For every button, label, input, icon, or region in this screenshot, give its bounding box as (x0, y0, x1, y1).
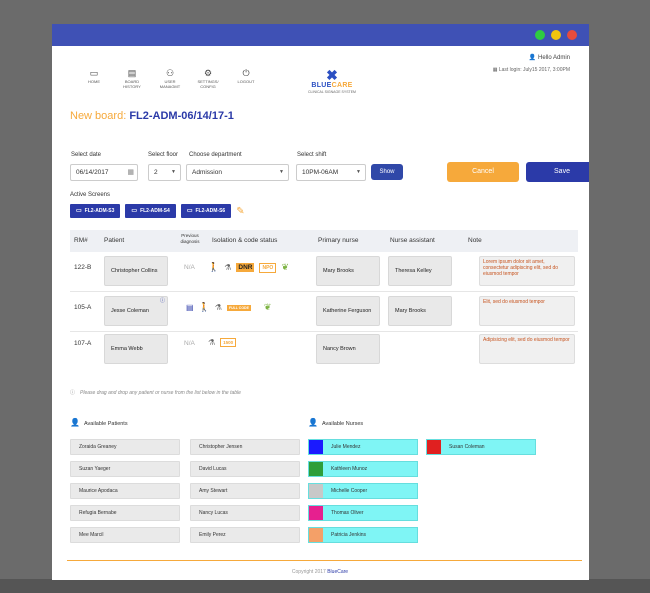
oxygen-icon: ⚗ (224, 263, 232, 272)
page-title: New board: FL2-ADM-06/14/17-1 (70, 110, 234, 122)
allergy-leaf-icon: ❦ (281, 262, 289, 272)
note-field[interactable]: Lorem ipsum dolor sit amet, consectetur … (479, 256, 575, 286)
nav-settings[interactable]: ⚙ SETTINGS/ CONFIG (196, 68, 220, 89)
oxygen-icon: ⚗ (214, 303, 222, 312)
patient-chip[interactable]: Suzan Yaeger (70, 461, 180, 477)
window-close-dot[interactable] (567, 30, 577, 40)
shift-select[interactable]: 10PM-06AM ▼ (296, 164, 366, 181)
monitor-icon: ▭ (76, 208, 82, 214)
department-select[interactable]: Admission ▼ (186, 164, 289, 181)
patient-chip[interactable]: Christopher Jensen (190, 439, 300, 455)
greeting[interactable]: Hello Admin (538, 55, 570, 61)
bluecare-logo: ✖ BLUECARE CLINICAL SIGNAGE SYSTEM (302, 68, 362, 94)
table-row: 105-A Jesse Coleman ⓘ ▤ 🚶 ⚗ FULL CODE ❦ … (70, 292, 578, 332)
logo-cross-icon: ✖ (326, 67, 338, 83)
footer: Copyright 2017 BlueCare (291, 569, 349, 575)
fall-risk-icon: 🚶 (198, 302, 210, 312)
patient-chip[interactable]: Amy Stewart (190, 483, 300, 499)
nurse-cell[interactable]: Katherine Ferguson (316, 296, 380, 326)
window-minimize-dot[interactable] (551, 30, 561, 40)
patient-chip[interactable]: Emily Perez (190, 527, 300, 543)
app-window: ▭ HOME ▤ BOARD HISTORY ⚇ USER MANAGMT ⚙ SETT… (52, 24, 589, 580)
nurse-color-swatch (309, 484, 323, 498)
status-badge: NPO (259, 262, 277, 273)
info-icon[interactable]: ⓘ (160, 297, 165, 304)
patient-cell[interactable]: Jesse Coleman (104, 296, 168, 326)
nurse-chip[interactable]: Thomas Oliver (308, 505, 418, 521)
nurse-color-swatch (309, 440, 323, 454)
assistant-cell[interactable]: Theresa Kelley (388, 256, 452, 286)
chevron-down-icon: ▼ (279, 169, 284, 175)
user-info: 👤 Hello Admin ▦ Last login: July15 2017,… (492, 55, 570, 73)
nurse-color-swatch (309, 462, 323, 476)
save-button[interactable]: Save (526, 162, 589, 182)
nurse-color-swatch (427, 440, 441, 454)
nav-home[interactable]: ▭ HOME (82, 68, 106, 89)
screen-chip[interactable]: ▭ FL2-ADM-S4 (125, 204, 176, 218)
backdrop-bottom (0, 579, 650, 593)
table-header: RM# Patient Previous diagnosis Isolation… (70, 230, 578, 252)
nav-board-history[interactable]: ▤ BOARD HISTORY (120, 68, 144, 89)
main-nav: ▭ HOME ▤ BOARD HISTORY ⚇ USER MANAGMT ⚙ SETT… (82, 68, 258, 89)
nav-user-management[interactable]: ⚇ USER MANAGMT (158, 68, 182, 89)
user-icon: 👤 (70, 418, 80, 427)
table-row: 122-B Christopher Collins N/A 🚶 ⚗ DNR NP… (70, 252, 578, 292)
nurse-color-swatch (309, 506, 323, 520)
assistant-cell[interactable]: Mary Brooks (388, 296, 452, 326)
chevron-down-icon: ▼ (171, 169, 176, 175)
user-icon: 👤 (528, 55, 537, 61)
patient-cell[interactable]: Emma Webb (104, 334, 168, 364)
show-button[interactable]: Show (371, 164, 403, 180)
note-field[interactable]: Elit, sed do eiusmod tempor (479, 296, 575, 326)
allergy-leaf-icon: ❦ (263, 302, 272, 312)
nurse-cell[interactable]: Nancy Brown (316, 334, 380, 364)
screen-chip[interactable]: ▭ FL2-ADM-S3 (70, 204, 121, 218)
nurse-icon: 👤 (308, 418, 318, 427)
patient-cell[interactable]: Christopher Collins (104, 256, 168, 286)
patient-chip[interactable]: David Lucas (190, 461, 300, 477)
table-row: 107-A Emma Webb N/A ⚗ 1500 Nancy Brown A… (70, 332, 578, 370)
nurse-cell[interactable]: Mary Brooks (316, 256, 380, 286)
monitor-icon: ▭ (186, 208, 193, 214)
status-badge: 1500 (220, 338, 237, 347)
nurse-color-swatch (309, 528, 323, 542)
gear-icon: ⚙ (203, 68, 213, 78)
patient-chip[interactable]: Maurice Apodaca (70, 483, 180, 499)
info-icon: ⓘ (70, 390, 76, 396)
history-icon: ▤ (127, 68, 137, 78)
calendar-icon: ▦ (492, 67, 498, 73)
window-titlebar (52, 24, 589, 46)
screen-chip[interactable]: ▭ FL2-ADM-S6 (180, 204, 232, 218)
monitor-icon: ▭ (89, 68, 99, 78)
nurse-chip[interactable]: Kathleen Munoz (308, 461, 418, 477)
status-badge: FULL CODE (226, 304, 251, 311)
document-icon[interactable]: ▤ (186, 303, 194, 312)
floor-select[interactable]: 2 ▼ (148, 164, 181, 181)
fall-risk-icon: 🚶 (208, 262, 220, 272)
chevron-down-icon: ▼ (356, 169, 361, 175)
power-icon: ⏻ (242, 68, 250, 78)
patient-chip[interactable]: Refugia Bernabe (70, 505, 180, 521)
patient-chip[interactable]: Mee Marcil (70, 527, 180, 543)
users-icon: ⚇ (165, 68, 175, 78)
nurse-chip[interactable]: Michelle Cooper (308, 483, 418, 499)
nurse-chip[interactable]: Patricia Jenkins (308, 527, 418, 543)
note-field[interactable]: Adipisicing elit, sed do eiusmod tempor (479, 334, 575, 364)
patient-chip[interactable]: Zoraida Greaney (70, 439, 180, 455)
footer-divider (67, 560, 582, 561)
patient-chip[interactable]: Nancy Lucas (190, 505, 300, 521)
window-maximize-dot[interactable] (535, 30, 545, 40)
date-field[interactable]: 06/14/2017 ▦ (70, 164, 138, 181)
oxygen-icon: ⚗ (208, 338, 216, 347)
cancel-button[interactable]: Cancel (447, 162, 519, 182)
nav-logout[interactable]: ⏻ LOGOUT (234, 68, 258, 89)
monitor-icon: ▭ (131, 208, 138, 214)
nurse-chip[interactable]: Susan Coleman (426, 439, 536, 455)
status-badge: DNR (236, 263, 255, 272)
active-screens: ▭ FL2-ADM-S3 ▭ FL2-ADM-S4 ▭ FL2-ADM-S6 ✎ (70, 204, 245, 218)
nurse-chip[interactable]: Julie Mendez (308, 439, 418, 455)
calendar-icon[interactable]: ▦ (127, 165, 134, 180)
edit-icon[interactable]: ✎ (236, 206, 244, 217)
